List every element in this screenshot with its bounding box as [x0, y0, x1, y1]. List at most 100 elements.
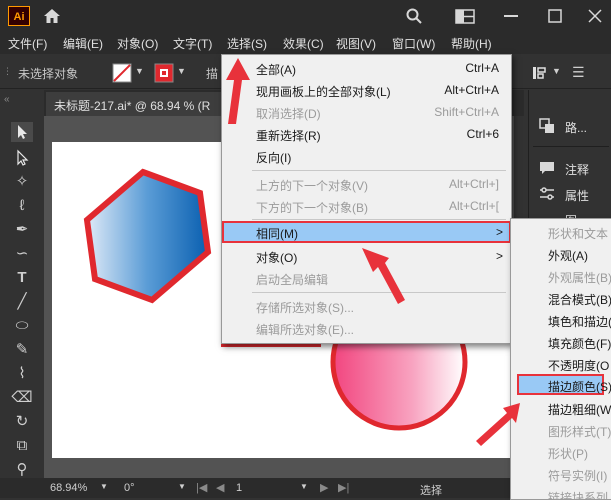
panel-divider: [533, 146, 609, 147]
menu-effect[interactable]: 效果(C): [283, 35, 324, 52]
menu-item-select-all-on-artboard[interactable]: 现用画板上的全部对象(L) Alt+Ctrl+A: [222, 79, 511, 101]
ellipse-tool-icon[interactable]: ⬭: [10, 316, 34, 336]
chevron-down-icon[interactable]: ▼: [552, 66, 561, 76]
chevron-down-icon[interactable]: ▼: [100, 482, 108, 491]
eraser-tool-icon[interactable]: ⌫: [10, 388, 34, 408]
menu-item-object[interactable]: 对象(O) >: [222, 245, 511, 267]
restore-icon[interactable]: [548, 9, 562, 23]
submenu-item-label: 填色和描边(: [548, 315, 611, 329]
lasso-tool-icon[interactable]: ℓ: [10, 196, 34, 216]
menu-type[interactable]: 文字(T): [173, 35, 212, 52]
menu-icon[interactable]: ☰: [572, 64, 585, 81]
first-artboard-icon[interactable]: |◀: [196, 481, 207, 494]
curvature-tool-icon[interactable]: ∽: [10, 244, 34, 264]
direct-selection-tool-icon[interactable]: [10, 148, 34, 168]
submenu-item-opacity[interactable]: 不透明度(O: [511, 353, 611, 374]
paths-panel-label[interactable]: 路...: [565, 119, 587, 136]
chevron-down-icon[interactable]: ▼: [177, 66, 186, 76]
submenu-item-shape-and-text: 形状和文本: [511, 221, 611, 242]
submenu-item-stroke-weight[interactable]: 描边粗细(W: [511, 397, 611, 418]
menu-item-shortcut: Alt+Ctrl+[: [448, 199, 499, 213]
home-icon[interactable]: [42, 7, 62, 25]
submenu-item-label: 符号实例(I): [548, 469, 608, 483]
submenu-item-shape: 形状(P): [511, 441, 611, 462]
paths-panel-icon[interactable]: [539, 118, 555, 134]
menu-item-label: 下方的下一个对象(B): [256, 201, 368, 215]
minimize-icon[interactable]: [504, 15, 518, 18]
current-tool-label: 选择: [420, 485, 442, 497]
selection-tool-icon[interactable]: [10, 122, 34, 142]
submenu-item-label: 图形样式(T): [548, 425, 611, 439]
close-icon[interactable]: [588, 9, 602, 23]
stroke-swatch[interactable]: [154, 63, 174, 83]
line-tool-icon[interactable]: ╱: [10, 292, 34, 312]
menu-item-label: 启动全局编辑: [256, 273, 329, 287]
menu-item-select-all[interactable]: 全部(A) Ctrl+A: [222, 57, 511, 79]
tools-panel: ✧ ℓ ✒ ∽ T ╱ ⬭ ✎ ⌇ ⌫ ↻ ⧉ ⚲: [0, 116, 45, 486]
chevron-right-icon: >: [495, 225, 503, 239]
selection-status: 未选择对象: [18, 67, 79, 81]
app-logo: Ai: [8, 6, 30, 26]
search-icon[interactable]: [405, 7, 423, 25]
scale-tool-icon[interactable]: ⧉: [10, 436, 34, 456]
chevron-down-icon[interactable]: ▼: [135, 66, 144, 76]
menu-item-shortcut: Alt+Ctrl+A: [444, 83, 499, 97]
type-tool-icon[interactable]: T: [10, 268, 34, 288]
menu-item-same[interactable]: 相同(M) >: [222, 221, 511, 243]
pen-tool-icon[interactable]: ✒: [10, 220, 34, 240]
comment-icon[interactable]: [539, 160, 555, 176]
hexagon-shape[interactable]: [83, 168, 212, 304]
next-artboard-icon[interactable]: ▶: [320, 481, 328, 494]
menu-item-label: 重新选择(R): [256, 129, 321, 143]
menu-item-label: 相同(M): [256, 227, 298, 241]
stroke-label: 描: [206, 67, 219, 81]
submenu-item-appearance[interactable]: 外观(A): [511, 243, 611, 264]
menu-item-save-selection: 存储所选对象(S)...: [222, 295, 511, 317]
document-tab[interactable]: 未标题-217.ai* @ 68.94 % (R: [46, 92, 222, 116]
menu-select[interactable]: 选择(S): [227, 35, 267, 52]
menu-separator: [252, 292, 506, 293]
align-options-icon[interactable]: [532, 65, 548, 81]
submenu-item-stroke-color[interactable]: 描边颜色(S): [517, 374, 611, 395]
menu-item-inverse[interactable]: 反向(I): [222, 145, 511, 167]
menu-object[interactable]: 对象(O): [117, 35, 158, 52]
menu-separator: [252, 219, 506, 220]
shaper-tool-icon[interactable]: ⌇: [10, 364, 34, 384]
zoom-level[interactable]: 68.94%: [50, 482, 87, 494]
menu-window[interactable]: 窗口(W): [392, 35, 435, 52]
menu-item-next-object-below: 下方的下一个对象(B) Alt+Ctrl+[: [222, 195, 511, 217]
submenu-item-fill-and-stroke[interactable]: 填色和描边(: [511, 309, 611, 330]
menu-edit[interactable]: 编辑(E): [63, 35, 103, 52]
artboard-number[interactable]: 1: [236, 482, 242, 494]
submenu-item-label: 外观属性(B): [548, 271, 611, 285]
menu-item-start-global-edit: 启动全局编辑: [222, 267, 511, 289]
fill-swatch[interactable]: [112, 63, 132, 83]
menu-item-label: 对象(O): [256, 251, 298, 265]
magic-wand-tool-icon[interactable]: ✧: [10, 172, 34, 192]
comments-panel-label[interactable]: 注释: [565, 161, 589, 178]
prev-artboard-icon[interactable]: ◀: [216, 481, 224, 494]
paintbrush-tool-icon[interactable]: ✎: [10, 340, 34, 360]
rotate-tool-icon[interactable]: ↻: [10, 412, 34, 432]
submenu-item-label: 填充颜色(F): [548, 337, 611, 351]
arrange-documents-icon[interactable]: [455, 9, 475, 24]
properties-icon[interactable]: [539, 186, 555, 202]
menu-file[interactable]: 文件(F): [8, 35, 47, 52]
submenu-item-label: 链接块系列: [548, 491, 609, 500]
last-artboard-icon[interactable]: ▶|: [338, 481, 349, 494]
menu-bar: 文件(F) 编辑(E) 对象(O) 文字(T) 选择(S) 效果(C) 视图(V…: [0, 32, 611, 88]
menu-item-reselect[interactable]: 重新选择(R) Ctrl+6: [222, 123, 511, 145]
rotation-value[interactable]: 0°: [124, 482, 135, 494]
submenu-item-fill-color[interactable]: 填充颜色(F): [511, 331, 611, 352]
menu-item-shortcut: Alt+Ctrl+]: [448, 177, 499, 191]
chevron-down-icon[interactable]: ▼: [300, 482, 308, 491]
menu-item-next-object-above: 上方的下一个对象(V) Alt+Ctrl+]: [222, 173, 511, 195]
menu-view[interactable]: 视图(V): [336, 35, 376, 52]
chevron-down-icon[interactable]: ▼: [178, 482, 186, 491]
menu-help[interactable]: 帮助(H): [451, 35, 492, 52]
collapse-icon[interactable]: «: [4, 94, 10, 105]
menu-item-label: 全部(A): [256, 63, 296, 77]
properties-panel-label[interactable]: 属性: [565, 187, 589, 204]
puppet-warp-tool-icon[interactable]: ⚲: [10, 460, 34, 480]
submenu-item-blending-mode[interactable]: 混合模式(B): [511, 287, 611, 308]
